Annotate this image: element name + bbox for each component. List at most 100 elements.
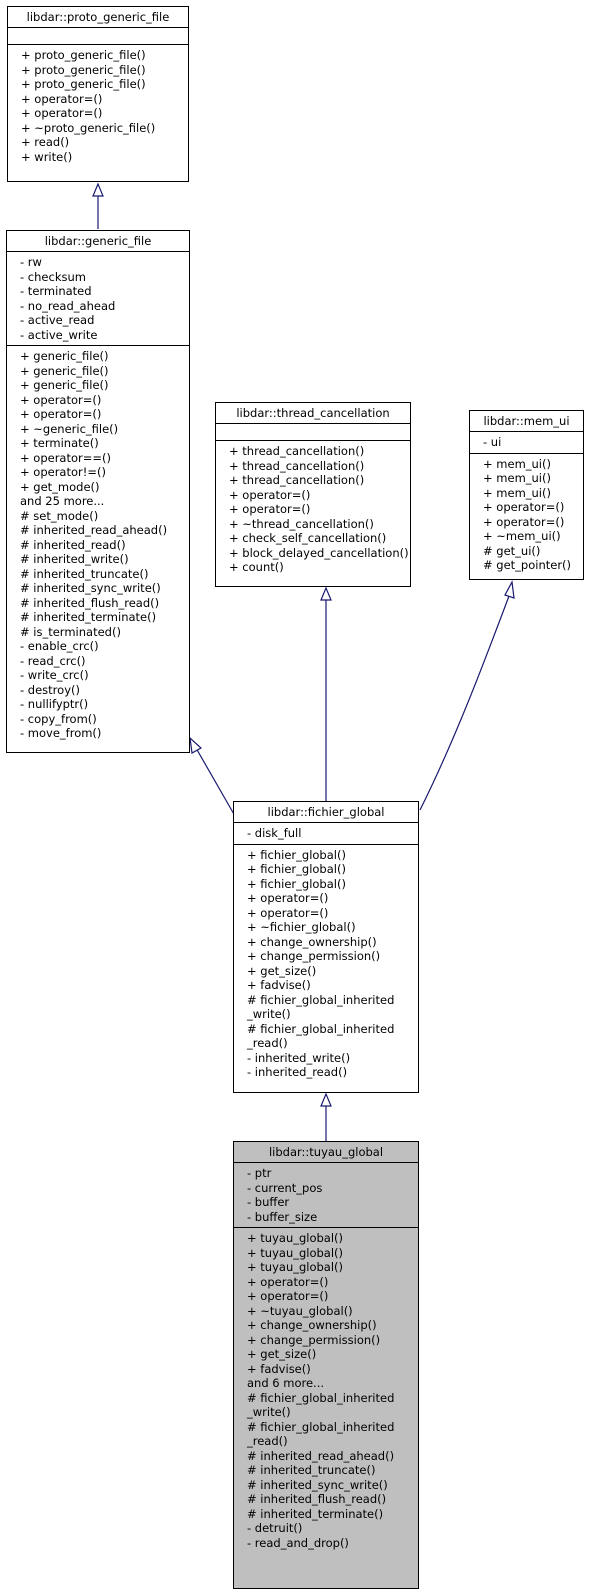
class-method: + operator=(): [483, 500, 565, 514]
class-method: + ~generic_file(): [20, 421, 119, 436]
class-method: + fichier_global(): [247, 876, 346, 891]
inheritance-arrowhead: [189, 736, 203, 754]
class-method: + change_ownership(): [247, 934, 377, 949]
class-attribute: - disk_full: [247, 826, 302, 840]
class-method: + ~proto_generic_file(): [21, 120, 156, 135]
class-tuyau-global[interactable]: libdar::tuyau_global - ptr - current_pos -…: [233, 1141, 419, 1589]
class-method: + get_size(): [247, 963, 317, 978]
class-method: # inherited_truncate(): [247, 1463, 376, 1477]
class-method: and 25 more...: [20, 494, 105, 508]
class-attribute: - active_read: [20, 313, 95, 327]
inheritance-arrowhead: [504, 580, 515, 599]
class-method: # set_mode(): [20, 508, 99, 523]
class-method: # inherited_terminate(): [20, 610, 157, 624]
class-method: + tuyau_global(): [247, 1231, 344, 1245]
class-method: + operator!=(): [20, 465, 106, 479]
class-method: + get_size(): [247, 1347, 317, 1361]
class-method: + mem_ui(): [483, 485, 551, 500]
class-attribute: - current_pos: [247, 1180, 323, 1195]
class-thread-cancellation[interactable]: libdar::thread_cancellation + thread_can…: [215, 402, 411, 587]
methods-section: + thread_cancellation() + thread_cancella…: [216, 441, 410, 578]
class-method: - enable_crc(): [20, 639, 99, 653]
class-method: + proto_generic_file(): [21, 62, 146, 77]
class-method: + thread_cancellation(): [229, 444, 365, 458]
class-mem-ui[interactable]: libdar::mem_ui - ui + mem_ui() + mem_ui()…: [469, 410, 584, 580]
class-method: + generic_file(): [20, 349, 109, 363]
class-method: - move_from(): [20, 726, 102, 740]
class-method: + fadvise(): [247, 978, 311, 992]
class-method: + write(): [21, 149, 73, 164]
methods-section: + generic_file() + generic_file() + generi…: [7, 346, 189, 744]
class-attribute: - checksum: [20, 269, 86, 284]
class-method: + operator=(): [247, 1274, 329, 1289]
class-method: + count(): [229, 560, 284, 574]
class-method: # inherited_read_ahead(): [247, 1448, 395, 1463]
class-method: + fichier_global(): [247, 862, 346, 876]
class-attribute: - active_write: [20, 327, 98, 342]
attributes-section: - ptr - current_pos - buffer - buffer_size: [234, 1163, 418, 1228]
class-method: # fichier_global_inherited _read(): [247, 1021, 395, 1051]
class-method: + tuyau_global(): [247, 1260, 344, 1274]
class-title: libdar::tuyau_global: [234, 1142, 418, 1163]
class-proto-generic-file[interactable]: libdar::proto_generic_file + proto_gener…: [7, 6, 189, 182]
attributes-section: [216, 424, 410, 441]
class-method: - detruit(): [247, 1521, 303, 1535]
class-method: - read_and_drop(): [247, 1535, 349, 1550]
class-method: + operator=(): [483, 514, 565, 529]
class-method: # inherited_flush_read(): [247, 1492, 387, 1506]
class-attribute: - rw: [20, 255, 42, 269]
class-method: + tuyau_global(): [247, 1245, 344, 1260]
class-title: libdar::thread_cancellation: [216, 403, 410, 424]
class-method: - nullifyptr(): [20, 697, 89, 711]
class-method: - write_crc(): [20, 668, 89, 682]
class-title: libdar::mem_ui: [470, 411, 583, 432]
class-fichier-global[interactable]: libdar::fichier_global - disk_full + fic…: [233, 801, 419, 1093]
class-method: + ~fichier_global(): [247, 920, 356, 934]
inheritance-arrowhead: [320, 1092, 332, 1107]
class-method: + thread_cancellation(): [229, 458, 365, 473]
class-method: # get_ui(): [483, 543, 541, 558]
class-method: + ~thread_cancellation(): [229, 516, 374, 531]
class-method: + ~tuyau_global(): [247, 1303, 353, 1318]
class-method: + operator=(): [247, 905, 329, 920]
class-method: # is_terminated(): [20, 624, 121, 639]
class-method: + thread_cancellation(): [229, 473, 365, 487]
class-method: - inherited_write(): [247, 1050, 351, 1065]
class-method: + read(): [21, 135, 70, 149]
class-method: + change_ownership(): [247, 1318, 377, 1332]
class-method: - inherited_read(): [247, 1065, 348, 1079]
class-method: # inherited_sync_write(): [247, 1477, 388, 1492]
class-method: # inherited_read(): [20, 537, 126, 552]
class-method: + operator=(): [21, 106, 103, 120]
class-generic-file[interactable]: libdar::generic_file - rw - checksum - ter…: [6, 230, 190, 753]
methods-section: + proto_generic_file() + proto_generic_fi…: [8, 45, 188, 167]
class-method: + block_delayed_cancellation(): [229, 545, 409, 560]
class-method: # fichier_global_inherited _read(): [247, 1419, 395, 1449]
methods-section: + fichier_global() + fichier_global() + fi…: [234, 845, 418, 1083]
attributes-section: - ui: [470, 432, 583, 454]
class-method: # inherited_write(): [20, 552, 129, 566]
class-method: - read_crc(): [20, 653, 86, 668]
class-method: + generic_file(): [20, 363, 109, 378]
class-method: + operator=(): [229, 502, 311, 516]
class-method: # fichier_global_inherited _write(): [247, 1390, 395, 1420]
class-method: + operator==(): [20, 450, 111, 465]
class-method: # inherited_sync_write(): [20, 581, 161, 595]
methods-section: + mem_ui() + mem_ui() + mem_ui() + operator…: [470, 454, 583, 576]
class-method: + ~mem_ui(): [483, 529, 561, 543]
class-method: + generic_file(): [20, 378, 109, 392]
class-method: + operator=(): [247, 1289, 329, 1303]
edge-fichier-global-to-mem-ui: [419, 595, 510, 811]
class-method: + check_self_cancellation(): [229, 531, 387, 545]
class-attribute: - ptr: [247, 1166, 272, 1180]
class-method: + mem_ui(): [483, 471, 551, 485]
class-attribute: - buffer_size: [247, 1209, 318, 1224]
class-attribute: - ui: [483, 435, 502, 449]
class-method: + change_permission(): [247, 1332, 381, 1347]
class-method: + change_permission(): [247, 949, 381, 963]
class-method: # inherited_flush_read(): [20, 595, 160, 610]
class-title: libdar::fichier_global: [234, 802, 418, 823]
class-method: - copy_from(): [20, 711, 97, 726]
class-attribute: - buffer: [247, 1195, 290, 1209]
class-method: # fichier_global_inherited _write(): [247, 992, 395, 1022]
